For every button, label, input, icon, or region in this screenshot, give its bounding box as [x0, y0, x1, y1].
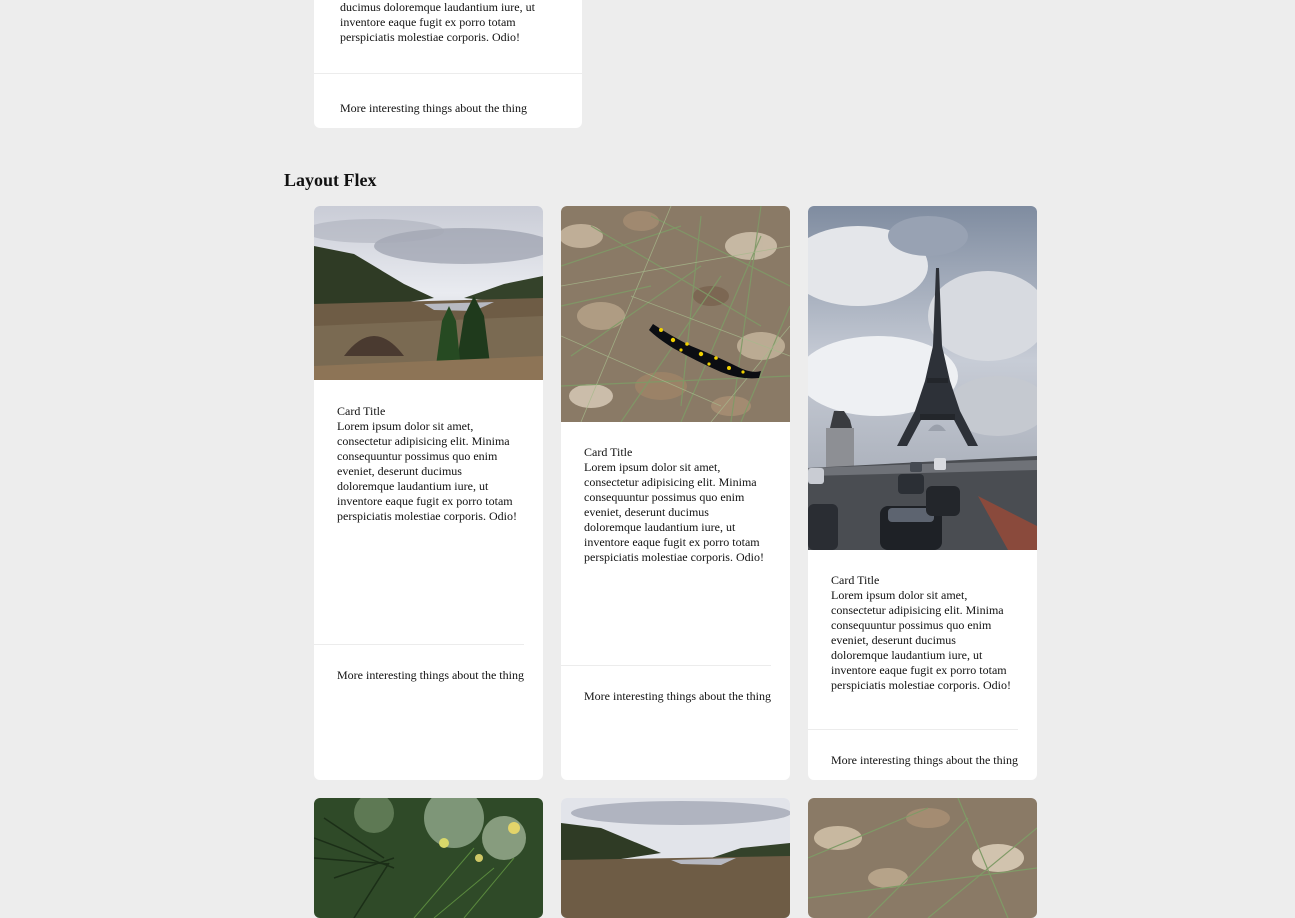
card-title: Card Title — [337, 404, 386, 418]
card-text: Lorem ipsum dolor sit amet, consectetur … — [831, 588, 1011, 692]
card-footer-text: More interesting things about the thing — [831, 753, 1018, 767]
card-body: Card Title Lorem ipsum dolor sit amet, c… — [314, 404, 543, 524]
card-landscape: Card Title Lorem ipsum dolor sit amet, c… — [314, 206, 543, 780]
card-footer-text: More interesting things about the thing — [337, 668, 524, 682]
card-footer-text: More interesting things about the thing — [584, 689, 771, 703]
card-salamander: Card Title Lorem ipsum dolor sit amet, c… — [561, 206, 790, 780]
card-title: Card Title — [584, 445, 633, 459]
card-text: Lorem ipsum dolor sit amet, consectetur … — [584, 460, 764, 564]
card-footer: More interesting things about the thing — [808, 729, 1018, 768]
eiffel-tower-photo — [808, 206, 1037, 550]
top-card: ducimus doloremque laudantium iure, ut i… — [314, 0, 582, 128]
pine-branch-photo — [314, 798, 543, 918]
card-salamander-2 — [808, 798, 1037, 918]
salamander-leaves-photo — [561, 206, 790, 422]
card-body: ducimus doloremque laudantium iure, ut i… — [317, 0, 578, 45]
card-footer: More interesting things about the thing — [314, 644, 524, 683]
card-title: Card Title — [831, 573, 880, 587]
card-body: Card Title Lorem ipsum dolor sit amet, c… — [561, 445, 790, 565]
card-pine — [314, 798, 543, 918]
card-text: Lorem ipsum dolor sit amet, consectetur … — [337, 419, 517, 523]
card-footer: More interesting things about the thing — [561, 665, 771, 704]
section-title: Layout Flex — [284, 170, 377, 190]
card-text: ducimus doloremque laudantium iure, ut i… — [340, 0, 535, 44]
card-eiffel: Card Title Lorem ipsum dolor sit amet, c… — [808, 206, 1037, 780]
card-footer: More interesting things about the thing — [314, 73, 582, 128]
salamander-leaves-photo — [808, 798, 1037, 918]
landscape-valley-photo — [314, 206, 543, 380]
card-footer-text: More interesting things about the thing — [340, 101, 527, 115]
card-body: Card Title Lorem ipsum dolor sit amet, c… — [808, 573, 1037, 693]
card-landscape-2 — [561, 798, 790, 918]
landscape-valley-photo — [561, 798, 790, 918]
